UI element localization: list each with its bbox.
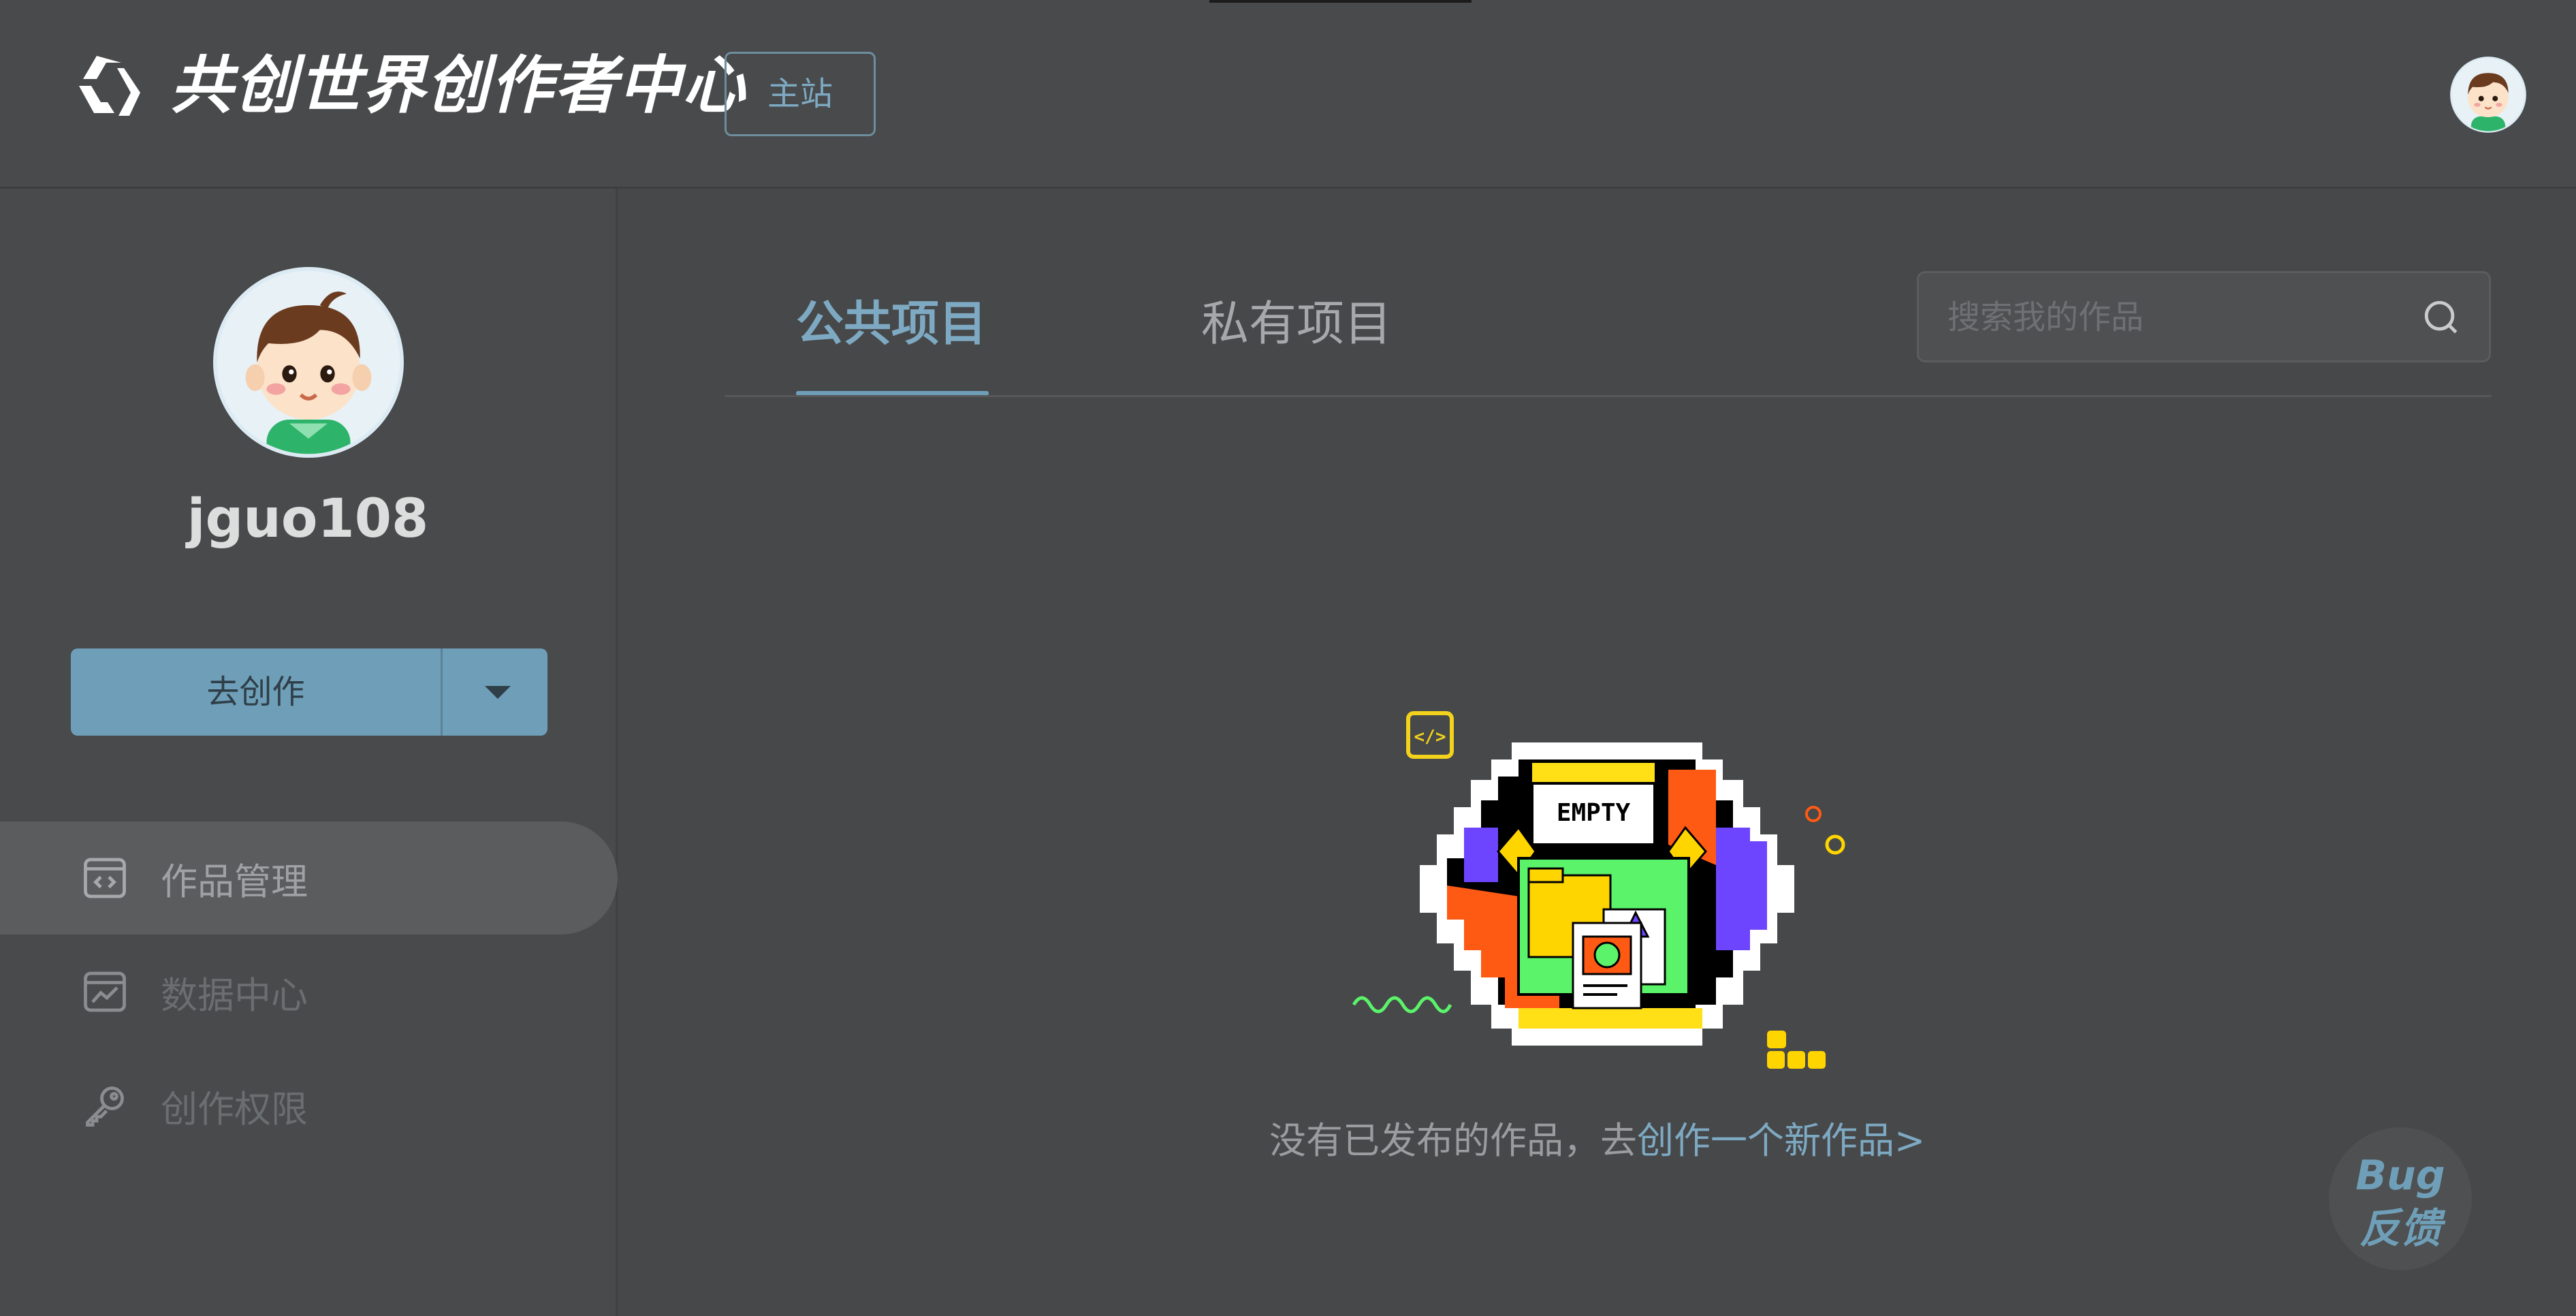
caret-down-icon (485, 686, 511, 699)
tab-private-projects[interactable]: 私有项目 (1201, 289, 1392, 358)
bug-feedback-button[interactable]: Bug 反馈 (2329, 1127, 2472, 1270)
code-window-icon (84, 858, 126, 898)
key-icon (86, 1086, 124, 1127)
empty-state-text: 没有已发布的作品，去 (1269, 1119, 1637, 1162)
create-dropdown-button[interactable] (443, 648, 547, 736)
code-badge-icon: </> (1406, 711, 1454, 759)
svg-text:</>: </> (1414, 727, 1446, 747)
main-site-button[interactable]: 主站 (725, 52, 876, 136)
sidebar-item-works[interactable]: 作品管理 (0, 821, 618, 935)
create-new-work-link[interactable]: 创作一个新作品> (1637, 1119, 1925, 1162)
search-icon[interactable] (2421, 298, 2461, 337)
window-indicator (1209, 0, 1472, 3)
create-button[interactable]: 去创作 (71, 648, 443, 736)
profile-avatar-icon[interactable] (213, 267, 404, 458)
tab-divider (725, 395, 2492, 397)
sidebar-item-label: 创作权限 (161, 1087, 308, 1131)
sidebar-item-permissions[interactable]: 创作权限 (0, 1049, 618, 1162)
empty-box-illustration: </> EMPTY (1352, 711, 1845, 1069)
bug-feedback-label-line1: Bug (2355, 1152, 2445, 1200)
empty-state-message: 没有已发布的作品，去创作一个新作品> (1269, 1110, 1925, 1164)
search-box (1917, 271, 2491, 362)
sidebar-item-label: 作品管理 (161, 860, 308, 903)
bug-feedback-label-line2: 反馈 (2359, 1205, 2441, 1253)
user-avatar-icon[interactable] (2449, 56, 2527, 134)
search-input[interactable] (1946, 273, 2412, 362)
chart-window-icon (84, 971, 126, 1012)
sidebar-item-data-center[interactable]: 数据中心 (0, 935, 618, 1048)
username: jguo108 (187, 488, 429, 550)
sidebar-item-label: 数据中心 (161, 973, 308, 1017)
tab-public-projects[interactable]: 公共项目 (796, 289, 987, 358)
top-header: 共创世界创作者中心 主站 (0, 0, 2576, 189)
brand-title[interactable]: 共创世界创作者中心 (170, 45, 746, 127)
empty-badge-text: EMPTY (1557, 799, 1631, 827)
logo-icon[interactable] (74, 52, 150, 120)
sidebar: jguo108 去创作 作品管理 数据中心 创作权限 (0, 189, 618, 1316)
create-split-button: 去创作 (71, 648, 547, 736)
